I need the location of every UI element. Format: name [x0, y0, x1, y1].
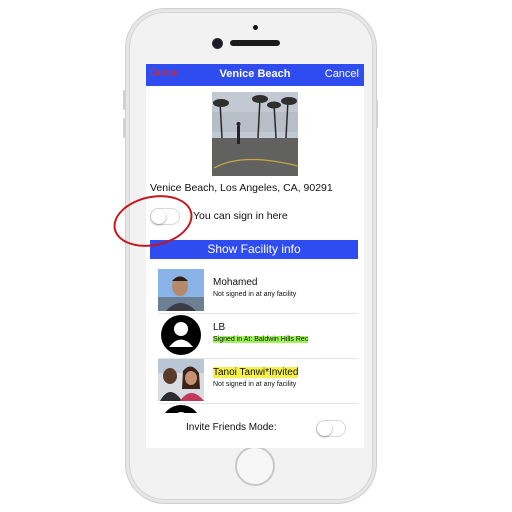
- volume-up-button: [123, 90, 125, 110]
- avatar: [158, 269, 204, 311]
- app-screen: Delete Venice Beach Cancel Venice Beach,…: [146, 64, 364, 448]
- avatar: [158, 404, 204, 413]
- list-item[interactable]: Tanoi Tanwi*Invited Not signed in at any…: [158, 359, 358, 404]
- list-item[interactable]: Mohamed Not signed in at any facility: [158, 269, 358, 314]
- invite-friends-label: Invite Friends Mode:: [186, 422, 277, 433]
- list-item[interactable]: LB Signed in At: Baldwin Hills Rec: [158, 314, 358, 359]
- friend-status: Not signed in at any facility: [213, 381, 297, 388]
- friend-status: Signed in At: Baldwin Hills Rec: [213, 336, 309, 343]
- friend-name: LB: [213, 322, 226, 333]
- facility-photo: [212, 92, 298, 176]
- show-facility-info-button[interactable]: Show Facility info: [150, 240, 358, 259]
- venice-beach-image: [212, 92, 298, 176]
- earpiece-speaker: [230, 40, 280, 46]
- sign-in-label: You can sign in here: [193, 210, 288, 222]
- home-button[interactable]: [235, 446, 275, 486]
- navigation-bar: Delete Venice Beach Cancel: [146, 64, 364, 86]
- power-button: [376, 100, 378, 128]
- friends-list: Mohamed Not signed in at any facility LB…: [158, 269, 358, 413]
- cancel-button[interactable]: Cancel: [325, 68, 359, 80]
- proximity-sensor: [253, 25, 258, 30]
- toggle-knob: [317, 421, 332, 436]
- invite-friends-toggle[interactable]: [316, 420, 346, 437]
- avatar: [158, 359, 204, 401]
- volume-down-button: [123, 118, 125, 138]
- front-camera-icon: [212, 38, 223, 49]
- avatar: [158, 314, 204, 356]
- friend-status: Not signed in at any facility: [213, 291, 297, 298]
- friend-name: Mohamed: [213, 277, 258, 288]
- friend-name: Tanoi Tanwi*Invited: [213, 367, 299, 378]
- list-item[interactable]: [158, 404, 358, 413]
- facility-address: Venice Beach, Los Angeles, CA, 90291: [150, 182, 333, 194]
